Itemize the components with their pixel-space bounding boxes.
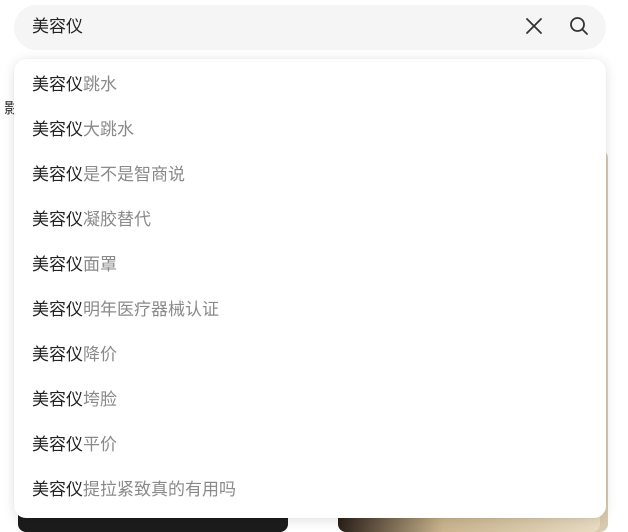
suggestion-completion: 平价 (83, 435, 117, 455)
suggestion-keyword: 美容仪 (32, 75, 83, 95)
suggestion-completion: 面罩 (83, 255, 117, 275)
close-icon (525, 17, 543, 39)
suggestion-completion: 降价 (83, 345, 117, 365)
search-input[interactable] (32, 5, 502, 50)
background-page-text: 影 (4, 99, 14, 117)
suggestion-completion: 凝胶替代 (83, 210, 151, 230)
suggestion-item[interactable]: 美容仪凝胶替代 (14, 198, 606, 243)
suggestion-keyword: 美容仪 (32, 210, 83, 230)
suggestion-completion: 明年医疗器械认证 (83, 300, 219, 320)
suggestion-keyword: 美容仪 (32, 390, 83, 410)
suggestion-keyword: 美容仪 (32, 345, 83, 365)
suggestion-item[interactable]: 美容仪明年医疗器械认证 (14, 288, 606, 333)
suggestion-item[interactable]: 美容仪提拉紧致真的有用吗 (14, 468, 606, 513)
suggestion-keyword: 美容仪 (32, 300, 83, 320)
suggestion-completion: 大跳水 (83, 120, 134, 140)
suggestion-item[interactable]: 美容仪是不是智商说 (14, 153, 606, 198)
suggestion-completion: 垮脸 (83, 390, 117, 410)
search-icon (569, 16, 589, 40)
suggestion-keyword: 美容仪 (32, 120, 83, 140)
suggestion-item[interactable]: 美容仪跳水 (14, 63, 606, 108)
suggestion-item[interactable]: 美容仪垮脸 (14, 378, 606, 423)
suggestion-keyword: 美容仪 (32, 435, 83, 455)
suggestion-item[interactable]: 美容仪降价 (14, 333, 606, 378)
search-bar (14, 5, 606, 50)
suggestion-keyword: 美容仪 (32, 255, 83, 275)
suggestion-keyword: 美容仪 (32, 480, 83, 500)
suggestion-item[interactable]: 美容仪面罩 (14, 243, 606, 288)
clear-button[interactable] (522, 16, 546, 40)
suggestion-keyword: 美容仪 (32, 165, 83, 185)
suggestion-completion: 跳水 (83, 75, 117, 95)
suggestion-item[interactable]: 美容仪平价 (14, 423, 606, 468)
suggestion-item[interactable]: 美容仪大跳水 (14, 108, 606, 153)
suggestion-dropdown: 美容仪跳水 美容仪大跳水 美容仪是不是智商说 美容仪凝胶替代 美容仪面罩 美容仪… (14, 59, 606, 518)
search-button[interactable] (567, 16, 591, 40)
suggestion-completion: 提拉紧致真的有用吗 (83, 480, 236, 500)
suggestion-completion: 是不是智商说 (83, 165, 185, 185)
